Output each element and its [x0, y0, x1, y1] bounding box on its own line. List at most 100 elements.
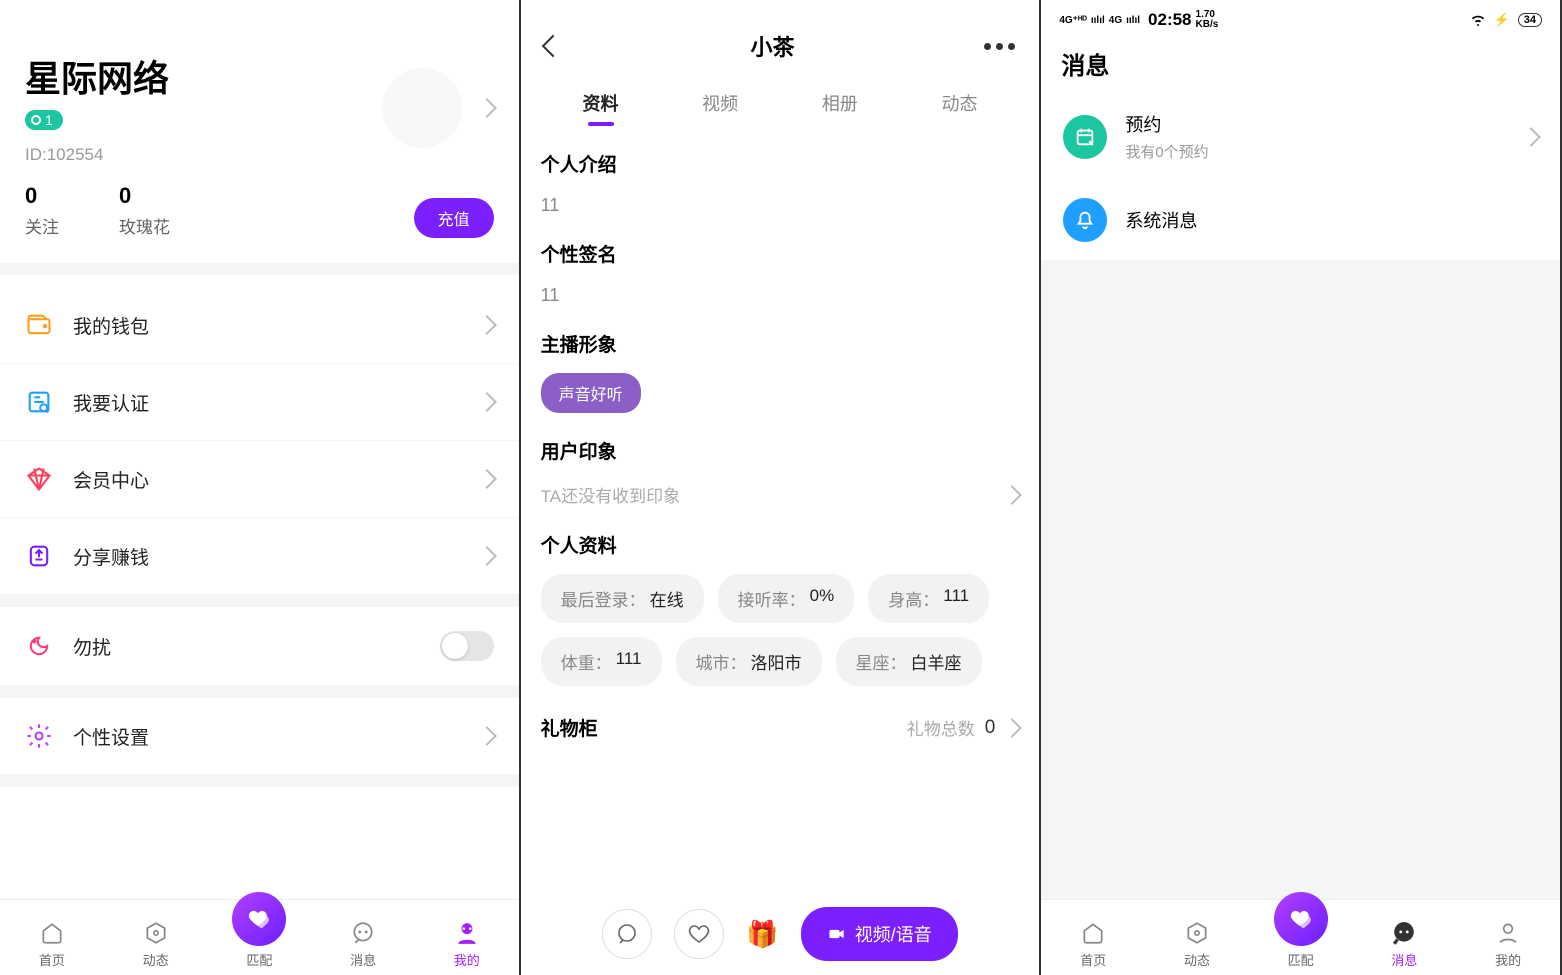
info-chip: 星座： 白羊座	[836, 637, 982, 686]
nav-match[interactable]: 匹配	[1249, 908, 1353, 969]
nav-label: 消息	[350, 950, 376, 969]
chevron-right-icon	[477, 469, 497, 489]
menu-label: 我的钱包	[73, 312, 480, 339]
nav-label: 动态	[1184, 950, 1210, 969]
menu-item-share[interactable]: 分享赚钱	[0, 518, 519, 595]
message-item[interactable]: 预约 我有0个预约	[1041, 93, 1560, 180]
nav-首页[interactable]: 首页	[1041, 919, 1145, 969]
more-icon[interactable]	[984, 43, 1015, 50]
chip-label: 身高：	[888, 586, 939, 611]
detail-title: 小茶	[751, 30, 795, 62]
divider	[0, 595, 519, 607]
vip-icon	[25, 465, 53, 493]
chip-value: 洛阳市	[751, 649, 802, 674]
chip-value: 111	[943, 586, 969, 611]
chip-value: 0%	[810, 586, 835, 611]
bottom-nav: 首页 动态 匹配 消息 我的	[0, 899, 519, 975]
like-button[interactable]	[674, 909, 724, 959]
status-time: 02:58	[1148, 10, 1191, 30]
stat-item[interactable]: 0 关注	[25, 183, 59, 238]
nav-我的[interactable]: 我的	[415, 919, 519, 969]
chevron-right-icon	[1002, 485, 1022, 505]
screen-profile: 星际网络 1 ID:102554 0 关注 0 玫瑰花 充值 我的钱包	[0, 0, 521, 975]
level-badge: 1	[25, 110, 63, 130]
tab-视频[interactable]: 视频	[702, 90, 738, 126]
tab-动态[interactable]: 动态	[941, 90, 977, 126]
image-tag: 声音好听	[541, 373, 641, 413]
nav-icon	[453, 919, 481, 947]
video-icon	[827, 924, 847, 944]
screen-messages: 4G⁺ᴴᴰ ıılıl 4G ıılıl 02:58 1.70 KB/s ⚡ 3…	[1041, 0, 1562, 975]
recharge-button[interactable]: 充值	[414, 198, 494, 238]
menu-item-vip[interactable]: 会员中心	[0, 441, 519, 518]
stat-item[interactable]: 0 玫瑰花	[119, 183, 170, 238]
wallet-icon	[25, 311, 53, 339]
tab-资料[interactable]: 资料	[583, 90, 619, 126]
chevron-right-icon	[477, 98, 497, 118]
signature-value: 11	[541, 285, 1020, 306]
profile-name-row[interactable]: 星际网络 1 ID:102554	[25, 50, 494, 165]
nav-icon	[38, 919, 66, 947]
profile-name: 星际网络	[25, 50, 169, 102]
chevron-right-icon	[477, 726, 497, 746]
nav-首页[interactable]: 首页	[0, 919, 104, 969]
nav-icon	[1079, 919, 1107, 947]
menu-list: 我的钱包 我要认证 会员中心 分享赚钱 勿扰 个性设置	[0, 287, 519, 775]
nav-消息[interactable]: 消息	[1353, 919, 1457, 969]
tab-相册[interactable]: 相册	[822, 90, 858, 126]
nav-动态[interactable]: 动态	[1145, 919, 1249, 969]
video-call-button[interactable]: 视频/语音	[801, 907, 958, 961]
menu-label: 勿扰	[73, 633, 440, 660]
message-icon	[1063, 115, 1107, 159]
menu-item-settings[interactable]: 个性设置	[0, 698, 519, 775]
chip-value: 在线	[650, 586, 684, 611]
nav-match[interactable]: 匹配	[207, 908, 311, 969]
gift-count: 0	[985, 717, 996, 739]
chevron-right-icon	[477, 546, 497, 566]
nav-动态[interactable]: 动态	[104, 919, 208, 969]
chat-button[interactable]	[602, 909, 652, 959]
nav-消息[interactable]: 消息	[311, 919, 415, 969]
menu-label: 分享赚钱	[73, 543, 480, 570]
chevron-right-icon	[1002, 718, 1022, 738]
gift-count-label: 礼物总数	[907, 715, 975, 740]
dnd-icon	[25, 632, 53, 660]
nav-icon	[142, 919, 170, 947]
chip-value: 白羊座	[911, 649, 962, 674]
stats-row: 0 关注 0 玫瑰花 充值	[25, 183, 494, 238]
back-icon[interactable]	[541, 35, 564, 58]
intro-value: 11	[541, 195, 1020, 216]
avatar[interactable]	[382, 68, 462, 148]
info-chip: 身高： 111	[868, 574, 989, 623]
detail-body: 个人介绍 11 个性签名 11 主播形象 声音好听 用户印象 TA还没有收到印象…	[521, 126, 1040, 893]
info-chip: 接听率： 0%	[718, 574, 855, 623]
wifi-icon	[1470, 14, 1486, 26]
nav-icon	[1494, 919, 1522, 947]
message-icon	[1063, 198, 1107, 242]
nav-我的[interactable]: 我的	[1456, 919, 1560, 969]
messages-list: 预约 我有0个预约 系统消息	[1041, 93, 1560, 260]
dnd-toggle[interactable]	[440, 631, 494, 661]
bottom-nav: 首页 动态 匹配 消息 我的	[1041, 899, 1560, 975]
stat-num: 0	[25, 183, 59, 209]
image-title: 主播形象	[541, 330, 1020, 357]
chip-label: 体重：	[561, 649, 612, 674]
divider	[1041, 260, 1560, 268]
gift-icon[interactable]: 🎁	[746, 919, 778, 950]
impression-row[interactable]: TA还没有收到印象	[541, 482, 1020, 507]
menu-item-wallet[interactable]: 我的钱包	[0, 287, 519, 364]
nav-label: 匹配	[246, 950, 272, 969]
chip-label: 星座：	[856, 649, 907, 674]
message-title: 预约	[1125, 111, 1524, 137]
gift-row[interactable]: 礼物柜 礼物总数 0	[541, 714, 1020, 741]
menu-item-verify[interactable]: 我要认证	[0, 364, 519, 441]
settings-icon	[25, 722, 53, 750]
info-chips: 最后登录： 在线 接听率： 0% 身高： 111 体重： 111 城市： 洛阳市…	[541, 574, 1020, 686]
nav-label: 首页	[39, 950, 65, 969]
divider	[0, 686, 519, 698]
message-item[interactable]: 系统消息	[1041, 180, 1560, 260]
menu-label: 我要认证	[73, 389, 480, 416]
gift-title: 礼物柜	[541, 714, 598, 741]
info-title: 个人资料	[541, 531, 1020, 558]
menu-item-dnd[interactable]: 勿扰	[0, 607, 519, 686]
